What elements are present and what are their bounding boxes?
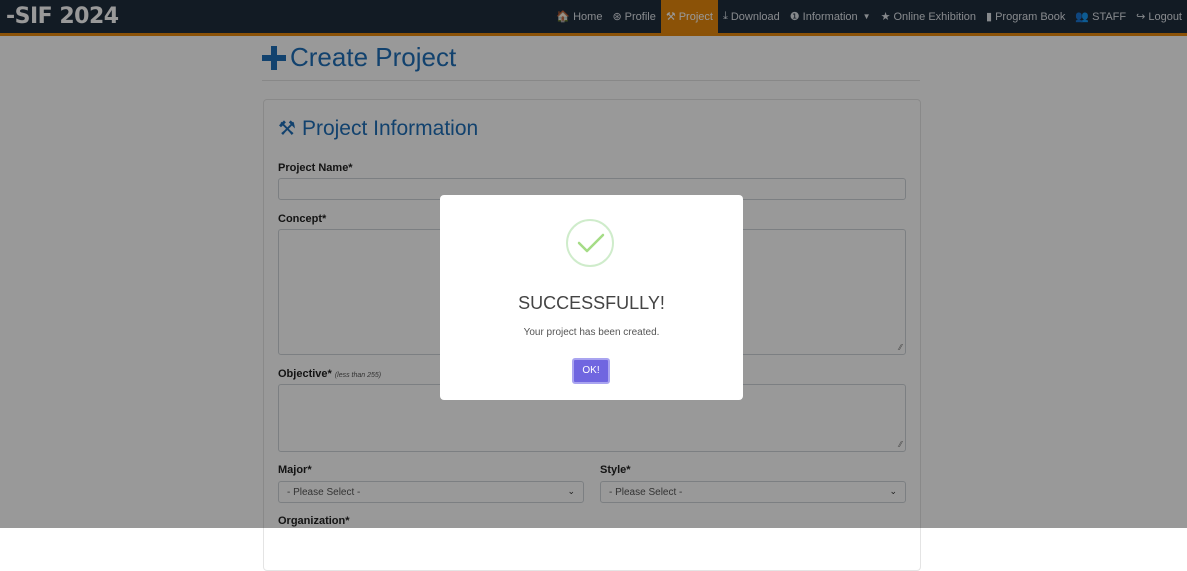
success-dialog: SUCCESSFULLY! Your project has been crea… [440,195,743,400]
ok-button[interactable]: OK! [572,358,610,384]
success-check-icon [566,219,614,267]
checkmark-icon [577,233,605,253]
dialog-message: Your project has been created. [523,327,660,338]
dialog-title: SUCCESSFULLY! [518,293,665,313]
